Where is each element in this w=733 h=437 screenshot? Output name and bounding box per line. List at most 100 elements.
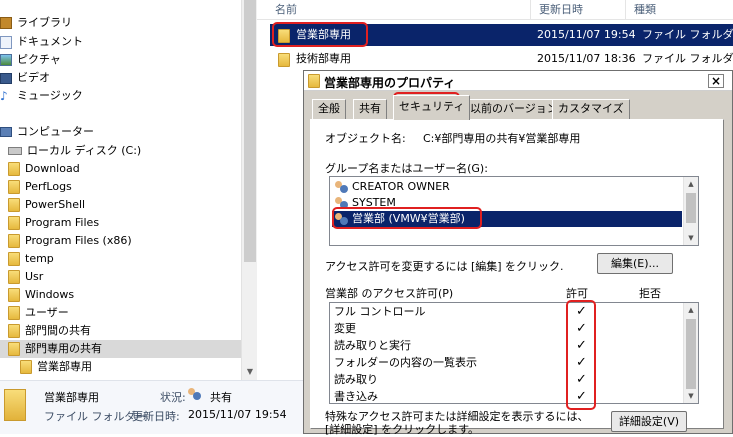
- user-row-selected[interactable]: 営業部 (VMW¥営業部): [332, 211, 682, 227]
- permission-row: フォルダーの内容の一覧表示 ✓: [334, 355, 587, 370]
- user-row[interactable]: CREATOR OWNER: [332, 179, 682, 195]
- column-header: 名前 更新日時 種類: [257, 0, 733, 20]
- nav-item-folder[interactable]: PowerShell: [8, 196, 85, 214]
- folder-icon: [4, 389, 26, 421]
- scroll-up-arrow-icon[interactable]: ▲: [684, 177, 698, 191]
- scroll-down-arrow-icon[interactable]: ▼: [684, 231, 698, 245]
- video-icon: [0, 72, 12, 84]
- details-modified-value: 2015/11/07 19:54: [188, 408, 287, 421]
- details-modified-label: 更新日時:: [132, 410, 180, 423]
- nav-item-library[interactable]: ライブラリ: [0, 14, 72, 32]
- advanced-button[interactable]: 詳細設定(V): [611, 411, 687, 432]
- folder-icon: [278, 53, 290, 67]
- nav-item-folder[interactable]: Usr: [8, 268, 43, 286]
- computer-icon: [0, 127, 12, 137]
- details-status-value: 共有: [210, 391, 232, 404]
- nav-item-computer[interactable]: コンピューター: [0, 123, 94, 141]
- file-name: 営業部専用: [296, 28, 351, 41]
- folder-icon: [8, 198, 20, 212]
- file-row-selected[interactable]: 営業部専用 2015/11/07 19:54 ファイル フォルダー: [270, 24, 733, 46]
- nav-item-folder[interactable]: temp: [8, 250, 54, 268]
- permission-row: 変更 ✓: [334, 321, 587, 336]
- allow-check-icon: ✓: [576, 372, 587, 387]
- users-icon: [335, 197, 348, 209]
- file-modified: 2015/11/07 18:36: [537, 52, 636, 65]
- allow-header: 許可: [566, 287, 588, 300]
- nav-scrollbar-thumb[interactable]: [244, 0, 256, 262]
- scroll-down-arrow-icon[interactable]: ▼: [242, 364, 258, 380]
- allow-check-icon: ✓: [576, 389, 587, 404]
- dialog-title: 営業部専用のプロパティ: [324, 76, 456, 90]
- scroll-up-arrow-icon[interactable]: ▲: [684, 303, 698, 317]
- allow-check-icon: ✓: [576, 338, 587, 353]
- column-name[interactable]: 名前: [267, 0, 531, 20]
- permission-list-scrollbar[interactable]: ▲ ▼: [683, 303, 698, 403]
- nav-item-folder[interactable]: Program Files (x86): [8, 232, 132, 250]
- folder-icon: [8, 180, 20, 194]
- user-list-scrollbar[interactable]: ▲ ▼: [683, 177, 698, 245]
- scrollbar-thumb[interactable]: [686, 193, 696, 223]
- folder-icon: [8, 234, 20, 248]
- permission-row: 読み取り ✓: [334, 372, 587, 387]
- permission-header: 営業部 のアクセス許可(P): [325, 287, 454, 300]
- group-user-label: グループ名またはユーザー名(G):: [325, 162, 488, 175]
- tab-security[interactable]: セキュリティ: [393, 95, 471, 120]
- users-icon: [335, 181, 348, 193]
- file-modified: 2015/11/07 19:54: [537, 28, 636, 41]
- special-note-line2: [詳細設定] をクリックします。: [325, 423, 479, 436]
- permission-listbox: フル コントロール ✓ 変更 ✓ 読み取りと実行 ✓ フォルダーの内容の一覧表示 ✓ 読…: [329, 302, 699, 404]
- nav-item-music[interactable]: ♪ ミュージック: [0, 87, 83, 105]
- nav-item-folder[interactable]: PerfLogs: [8, 178, 72, 196]
- nav-item-folder[interactable]: Windows: [8, 286, 74, 304]
- drive-icon: [8, 147, 22, 155]
- user-row[interactable]: SYSTEM: [332, 195, 682, 211]
- nav-item-folder[interactable]: ユーザー: [8, 304, 69, 322]
- allow-check-icon: ✓: [576, 304, 587, 319]
- folder-icon: [8, 216, 20, 230]
- tab-sharing[interactable]: 共有: [353, 99, 387, 119]
- folder-icon: [8, 306, 20, 320]
- nav-item-videos[interactable]: ビデオ: [0, 69, 50, 87]
- nav-item-folder[interactable]: Download: [8, 160, 80, 178]
- object-name-label: オブジェクト名:: [325, 132, 406, 145]
- folder-icon: [278, 29, 290, 43]
- allow-check-icon: ✓: [576, 321, 587, 336]
- deny-header: 拒否: [639, 287, 661, 300]
- folder-icon: [8, 270, 20, 284]
- edit-button[interactable]: 編集(E)...: [597, 253, 673, 274]
- user-listbox[interactable]: CREATOR OWNER SYSTEM 営業部 (VMW¥営業部) ▲ ▼: [329, 176, 699, 246]
- folder-icon: [8, 252, 20, 266]
- nav-item-folder[interactable]: 営業部専用: [20, 358, 92, 376]
- music-icon: ♪: [0, 89, 8, 103]
- file-row[interactable]: 技術部専用 2015/11/07 18:36 ファイル フォルダー: [270, 48, 733, 70]
- nav-item-selected-folder[interactable]: 部門専用の共有: [0, 340, 241, 358]
- file-type: ファイル フォルダー: [642, 28, 733, 41]
- folder-icon: [308, 74, 320, 88]
- folder-icon: [20, 360, 32, 374]
- nav-item-folder[interactable]: 部門間の共有: [8, 322, 91, 340]
- file-name: 技術部専用: [296, 52, 351, 65]
- shared-users-icon: [188, 388, 202, 400]
- folder-icon: [8, 288, 20, 302]
- column-modified[interactable]: 更新日時: [531, 0, 626, 20]
- nav-item-pictures[interactable]: ピクチャ: [0, 51, 61, 69]
- column-type[interactable]: 種類: [626, 0, 733, 20]
- nav-item-local-disk[interactable]: ローカル ディスク (C:): [8, 142, 141, 160]
- navigation-pane: ライブラリ ドキュメント ピクチャ ビデオ ♪ ミュージック コンピューター ロー…: [0, 0, 257, 380]
- tab-customize[interactable]: カスタマイズ: [552, 99, 630, 119]
- change-note: アクセス許可を変更するには [編集] をクリック.: [325, 260, 564, 273]
- nav-scrollbar[interactable]: ▼: [241, 0, 257, 380]
- properties-dialog: 営業部専用のプロパティ × 全般 共有 セキュリティ 以前のバージョン カスタマ…: [303, 70, 733, 436]
- users-icon: [335, 213, 348, 225]
- tab-previous-versions[interactable]: 以前のバージョン: [464, 99, 564, 119]
- close-button[interactable]: ×: [708, 74, 724, 88]
- nav-item-documents[interactable]: ドキュメント: [0, 33, 83, 51]
- tab-general[interactable]: 全般: [312, 99, 346, 119]
- scrollbar-thumb[interactable]: [686, 319, 696, 389]
- nav-item-folder[interactable]: Program Files: [8, 214, 99, 232]
- folder-icon: [8, 324, 20, 338]
- dialog-title-bar[interactable]: 営業部専用のプロパティ ×: [304, 71, 732, 91]
- folder-icon: [8, 162, 20, 176]
- permission-row: フル コントロール ✓: [334, 304, 587, 319]
- scroll-down-arrow-icon[interactable]: ▼: [684, 389, 698, 403]
